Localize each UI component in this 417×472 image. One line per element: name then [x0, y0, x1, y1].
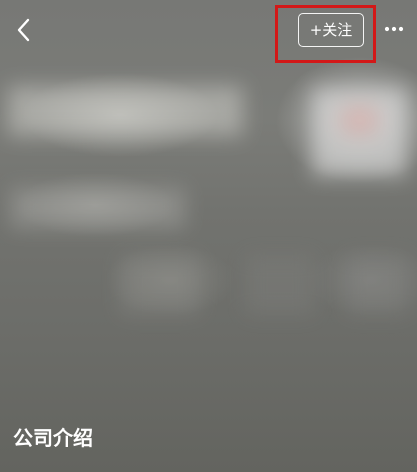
blurred-content-block	[8, 86, 243, 136]
company-intro-title: 公司介绍	[13, 426, 93, 450]
blurred-content-block	[10, 188, 185, 228]
follow-button[interactable]: +关注	[298, 13, 364, 47]
back-button[interactable]	[10, 12, 38, 48]
blurred-content-block	[245, 255, 315, 315]
more-options-button[interactable]	[383, 19, 405, 39]
company-intro-screen: +关注 公司介绍	[0, 0, 417, 472]
blurred-content-block	[120, 255, 200, 315]
blurred-image-thumbnail	[312, 88, 407, 176]
top-navigation-bar: +关注	[0, 0, 417, 64]
chevron-left-icon	[10, 12, 38, 48]
blurred-content-block	[345, 255, 410, 315]
ellipsis-horizontal-icon	[383, 19, 405, 39]
